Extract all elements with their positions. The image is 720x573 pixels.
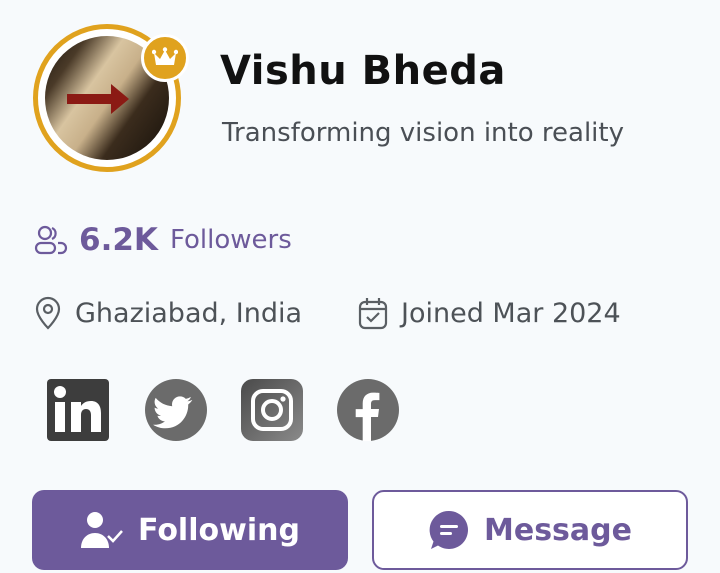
- chat-bubble-icon: [428, 509, 470, 551]
- following-button[interactable]: Following: [32, 490, 348, 570]
- profile-tagline: Transforming vision into reality: [222, 118, 624, 148]
- facebook-icon[interactable]: [336, 378, 400, 442]
- message-label: Message: [484, 512, 632, 548]
- following-label: Following: [138, 512, 300, 548]
- joined-date: Joined Mar 2024: [357, 296, 621, 330]
- followers-label: Followers: [169, 225, 292, 255]
- instagram-icon[interactable]: [240, 378, 304, 442]
- avatar[interactable]: [33, 24, 189, 172]
- followers-count: 6.2K: [79, 222, 158, 258]
- joined-text: Joined Mar 2024: [401, 297, 621, 329]
- calendar-icon: [357, 296, 389, 330]
- profile-name: Vishu Bheda: [220, 48, 506, 94]
- social-links: [46, 378, 406, 444]
- location: Ghaziabad, India: [33, 296, 302, 330]
- crown-icon: [141, 34, 189, 82]
- followers-stat[interactable]: 6.2K Followers: [33, 222, 292, 258]
- user-check-icon: [80, 510, 124, 550]
- twitter-icon[interactable]: [144, 378, 208, 442]
- map-pin-icon: [33, 296, 63, 330]
- linkedin-icon[interactable]: [46, 378, 110, 442]
- message-button[interactable]: Message: [372, 490, 688, 570]
- location-text: Ghaziabad, India: [75, 297, 303, 329]
- users-icon: [33, 224, 69, 256]
